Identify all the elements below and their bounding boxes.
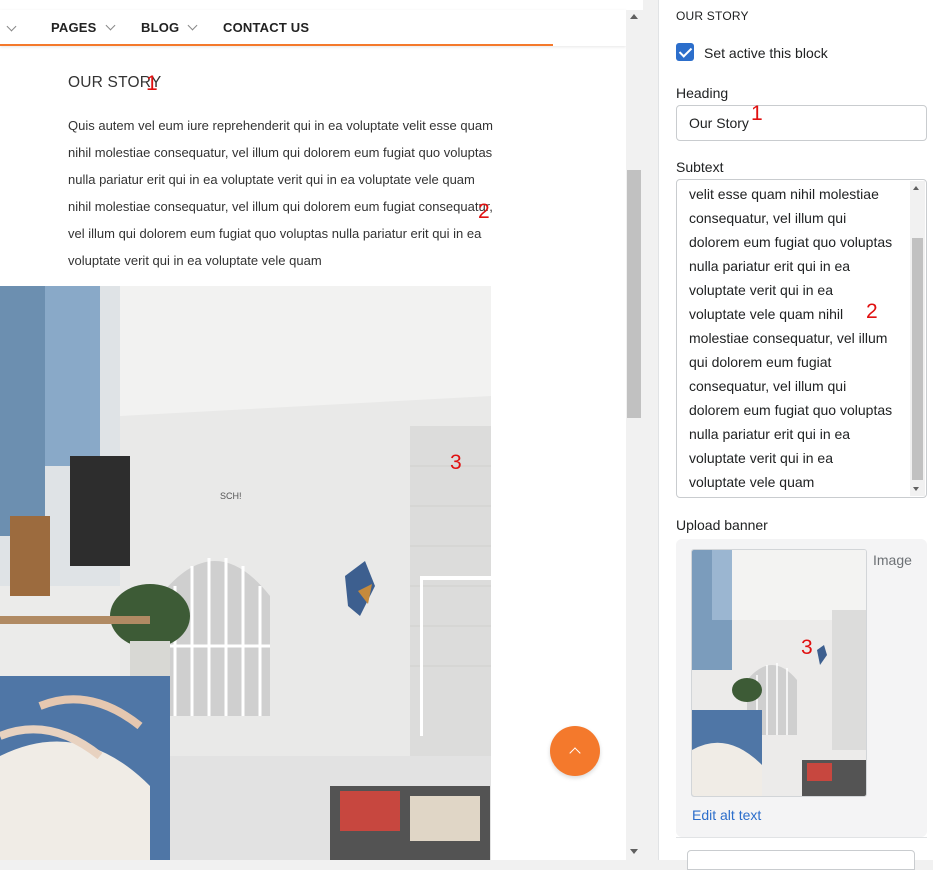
upload-banner-card: Image Edit alt text <box>676 539 927 837</box>
story-banner-image: SCH! <box>0 286 491 860</box>
next-field-input[interactable] <box>687 850 915 870</box>
subtext-field-label: Subtext <box>676 159 724 175</box>
set-active-label[interactable]: Set active this block <box>704 45 828 61</box>
annotation-marker-3: 3 <box>450 451 462 474</box>
nav-item-pages[interactable]: PAGES <box>51 20 116 35</box>
theme-preview-pane: PAGES BLOG CONTACT US OUR STORY 1 Quis a… <box>0 0 643 860</box>
nav-item-blog[interactable]: BLOG <box>141 20 198 35</box>
upload-banner-label: Upload banner <box>676 517 768 533</box>
nav-item-label: PAGES <box>51 20 97 35</box>
annotation-marker-1: 1 <box>146 72 158 95</box>
heading-field-label: Heading <box>676 85 729 101</box>
section-title: OUR STORY <box>676 9 749 23</box>
annotation-marker-1-sidebar: 1 <box>751 102 763 125</box>
chevron-down-icon[interactable] <box>6 21 17 32</box>
nav-item-label: BLOG <box>141 20 180 35</box>
scroll-down-arrow-icon[interactable] <box>630 849 638 854</box>
nav-active-underline <box>0 44 553 46</box>
subtext-value: velit esse quam nihil molestiae consequa… <box>689 186 893 490</box>
subtext-textarea[interactable]: velit esse quam nihil molestiae consequa… <box>676 179 927 498</box>
annotation-marker-2-sidebar: 2 <box>866 300 878 323</box>
set-active-checkbox[interactable] <box>676 43 694 61</box>
main-navigation-bar: PAGES BLOG CONTACT US <box>0 10 626 46</box>
scroll-up-arrow-icon[interactable] <box>630 14 638 19</box>
scroll-down-arrow-icon[interactable] <box>913 487 919 491</box>
annotation-marker-2: 2 <box>478 200 490 223</box>
block-settings-sidebar: OUR STORY Set active this block Heading … <box>658 0 933 870</box>
nav-item-contact-us[interactable]: CONTACT US <box>223 20 309 35</box>
subtext-scrollbar[interactable] <box>910 181 925 496</box>
nav-item-label: CONTACT US <box>223 20 310 35</box>
heading-input[interactable] <box>676 105 927 141</box>
preview-scrollbar[interactable] <box>626 10 643 860</box>
arrow-up-icon <box>569 747 581 759</box>
scroll-up-arrow-icon[interactable] <box>913 186 919 190</box>
banner-wall-sign: SCH! <box>220 491 242 501</box>
story-body-text: Quis autem vel eum iure reprehenderit qu… <box>68 118 493 268</box>
subtext-scrollbar-thumb[interactable] <box>912 238 923 480</box>
annotation-marker-3-sidebar: 3 <box>801 636 813 659</box>
edit-alt-text-link[interactable]: Edit alt text <box>692 807 761 823</box>
preview-scrollbar-thumb[interactable] <box>627 170 641 418</box>
chevron-down-icon <box>187 20 198 31</box>
image-caption: Image <box>873 552 912 568</box>
section-divider <box>676 837 927 838</box>
banner-thumbnail[interactable] <box>691 549 867 797</box>
chevron-down-icon <box>105 20 116 31</box>
scroll-to-top-button[interactable] <box>550 726 600 776</box>
